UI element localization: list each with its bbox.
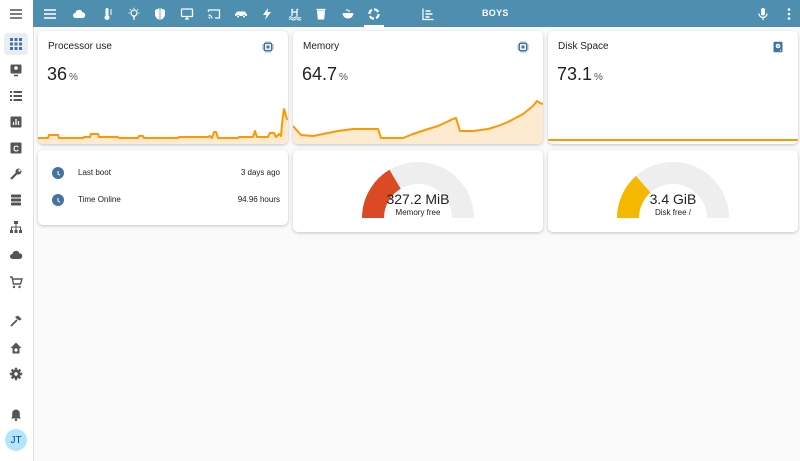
top-bar: BOYS: [33, 0, 800, 27]
car-icon[interactable]: [228, 0, 254, 27]
memory-icon: [517, 41, 529, 53]
history-icon[interactable]: [4, 111, 28, 133]
lightbulb-icon[interactable]: [121, 0, 147, 27]
memory-free-value: 327.2 MiB: [386, 191, 450, 207]
cart-icon[interactable]: [4, 271, 28, 293]
clock-icon: [52, 194, 64, 206]
bowl-icon[interactable]: [335, 0, 361, 27]
bell-icon[interactable]: [4, 404, 28, 426]
menu-icon[interactable]: [37, 0, 63, 27]
monitor-icon[interactable]: [174, 0, 200, 27]
card-title: Processor use: [48, 41, 112, 52]
uptime-card[interactable]: Last boot 3 days ago Time Online 94.96 h…: [38, 150, 288, 225]
home-settings-icon[interactable]: [4, 337, 28, 359]
hammer-icon[interactable]: [4, 310, 28, 332]
cloud-icon[interactable]: [4, 244, 28, 266]
avatar[interactable]: JT: [5, 429, 27, 451]
pool-icon[interactable]: [282, 0, 308, 27]
system-monitor-icon[interactable]: [361, 0, 387, 27]
overview-icon[interactable]: [4, 33, 28, 55]
memory-value: 64.7%: [302, 64, 348, 84]
memory-card[interactable]: Memory 64.7%: [293, 31, 543, 144]
disk-gauge-card[interactable]: 3.4 GiB Disk free /: [548, 150, 798, 232]
page-title: BOYS: [482, 8, 509, 18]
microphone-icon[interactable]: [750, 0, 776, 27]
menu-icon[interactable]: [4, 3, 28, 25]
card-title: Disk Space: [558, 41, 609, 52]
processor-value: 36%: [47, 64, 78, 84]
shield-icon[interactable]: [147, 0, 173, 27]
map-icon[interactable]: [4, 59, 28, 81]
tools-icon[interactable]: [4, 163, 28, 185]
thermometer-icon[interactable]: [94, 0, 120, 27]
svg-text:C: C: [13, 145, 19, 154]
memory-graph: [293, 100, 543, 144]
memory-free-label: Memory free: [395, 208, 441, 217]
disk-graph: [548, 139, 798, 141]
row-label: Last boot: [78, 168, 111, 177]
row-value: 3 days ago: [240, 168, 280, 177]
more-vertical-icon[interactable]: [776, 0, 800, 27]
card-title: Memory: [303, 41, 340, 52]
time-online-row: Time Online 94.96 hours: [52, 194, 280, 208]
processor-card[interactable]: Processor use 36%: [38, 31, 288, 144]
disk-free-value: 3.4 GiB: [649, 191, 697, 207]
power-icon[interactable]: [254, 0, 280, 27]
network-icon[interactable]: [4, 216, 28, 238]
disk-value: 73.1%: [557, 64, 603, 84]
settings-icon[interactable]: [4, 363, 28, 385]
disk-free-label: Disk free /: [654, 208, 691, 217]
storage-icon[interactable]: [4, 189, 28, 211]
processor-graph: [38, 108, 288, 144]
cast-icon[interactable]: [201, 0, 227, 27]
harddisk-icon: [773, 41, 783, 53]
disk-card[interactable]: Disk Space 73.1%: [548, 31, 798, 144]
clock-icon: [52, 167, 64, 179]
weather-icon[interactable]: [66, 0, 92, 27]
logbook-icon[interactable]: [4, 85, 28, 107]
memory-gauge-card[interactable]: 327.2 MiB Memory free: [293, 150, 543, 232]
cpu-icon: [262, 41, 274, 53]
trash-icon[interactable]: [308, 0, 334, 27]
chart-box-icon[interactable]: [415, 0, 441, 27]
hacs-icon[interactable]: C: [4, 137, 28, 159]
last-boot-row: Last boot 3 days ago: [52, 167, 280, 181]
row-label: Time Online: [78, 195, 121, 204]
sidebar: C JT: [0, 0, 34, 461]
row-value: 94.96 hours: [237, 195, 280, 204]
